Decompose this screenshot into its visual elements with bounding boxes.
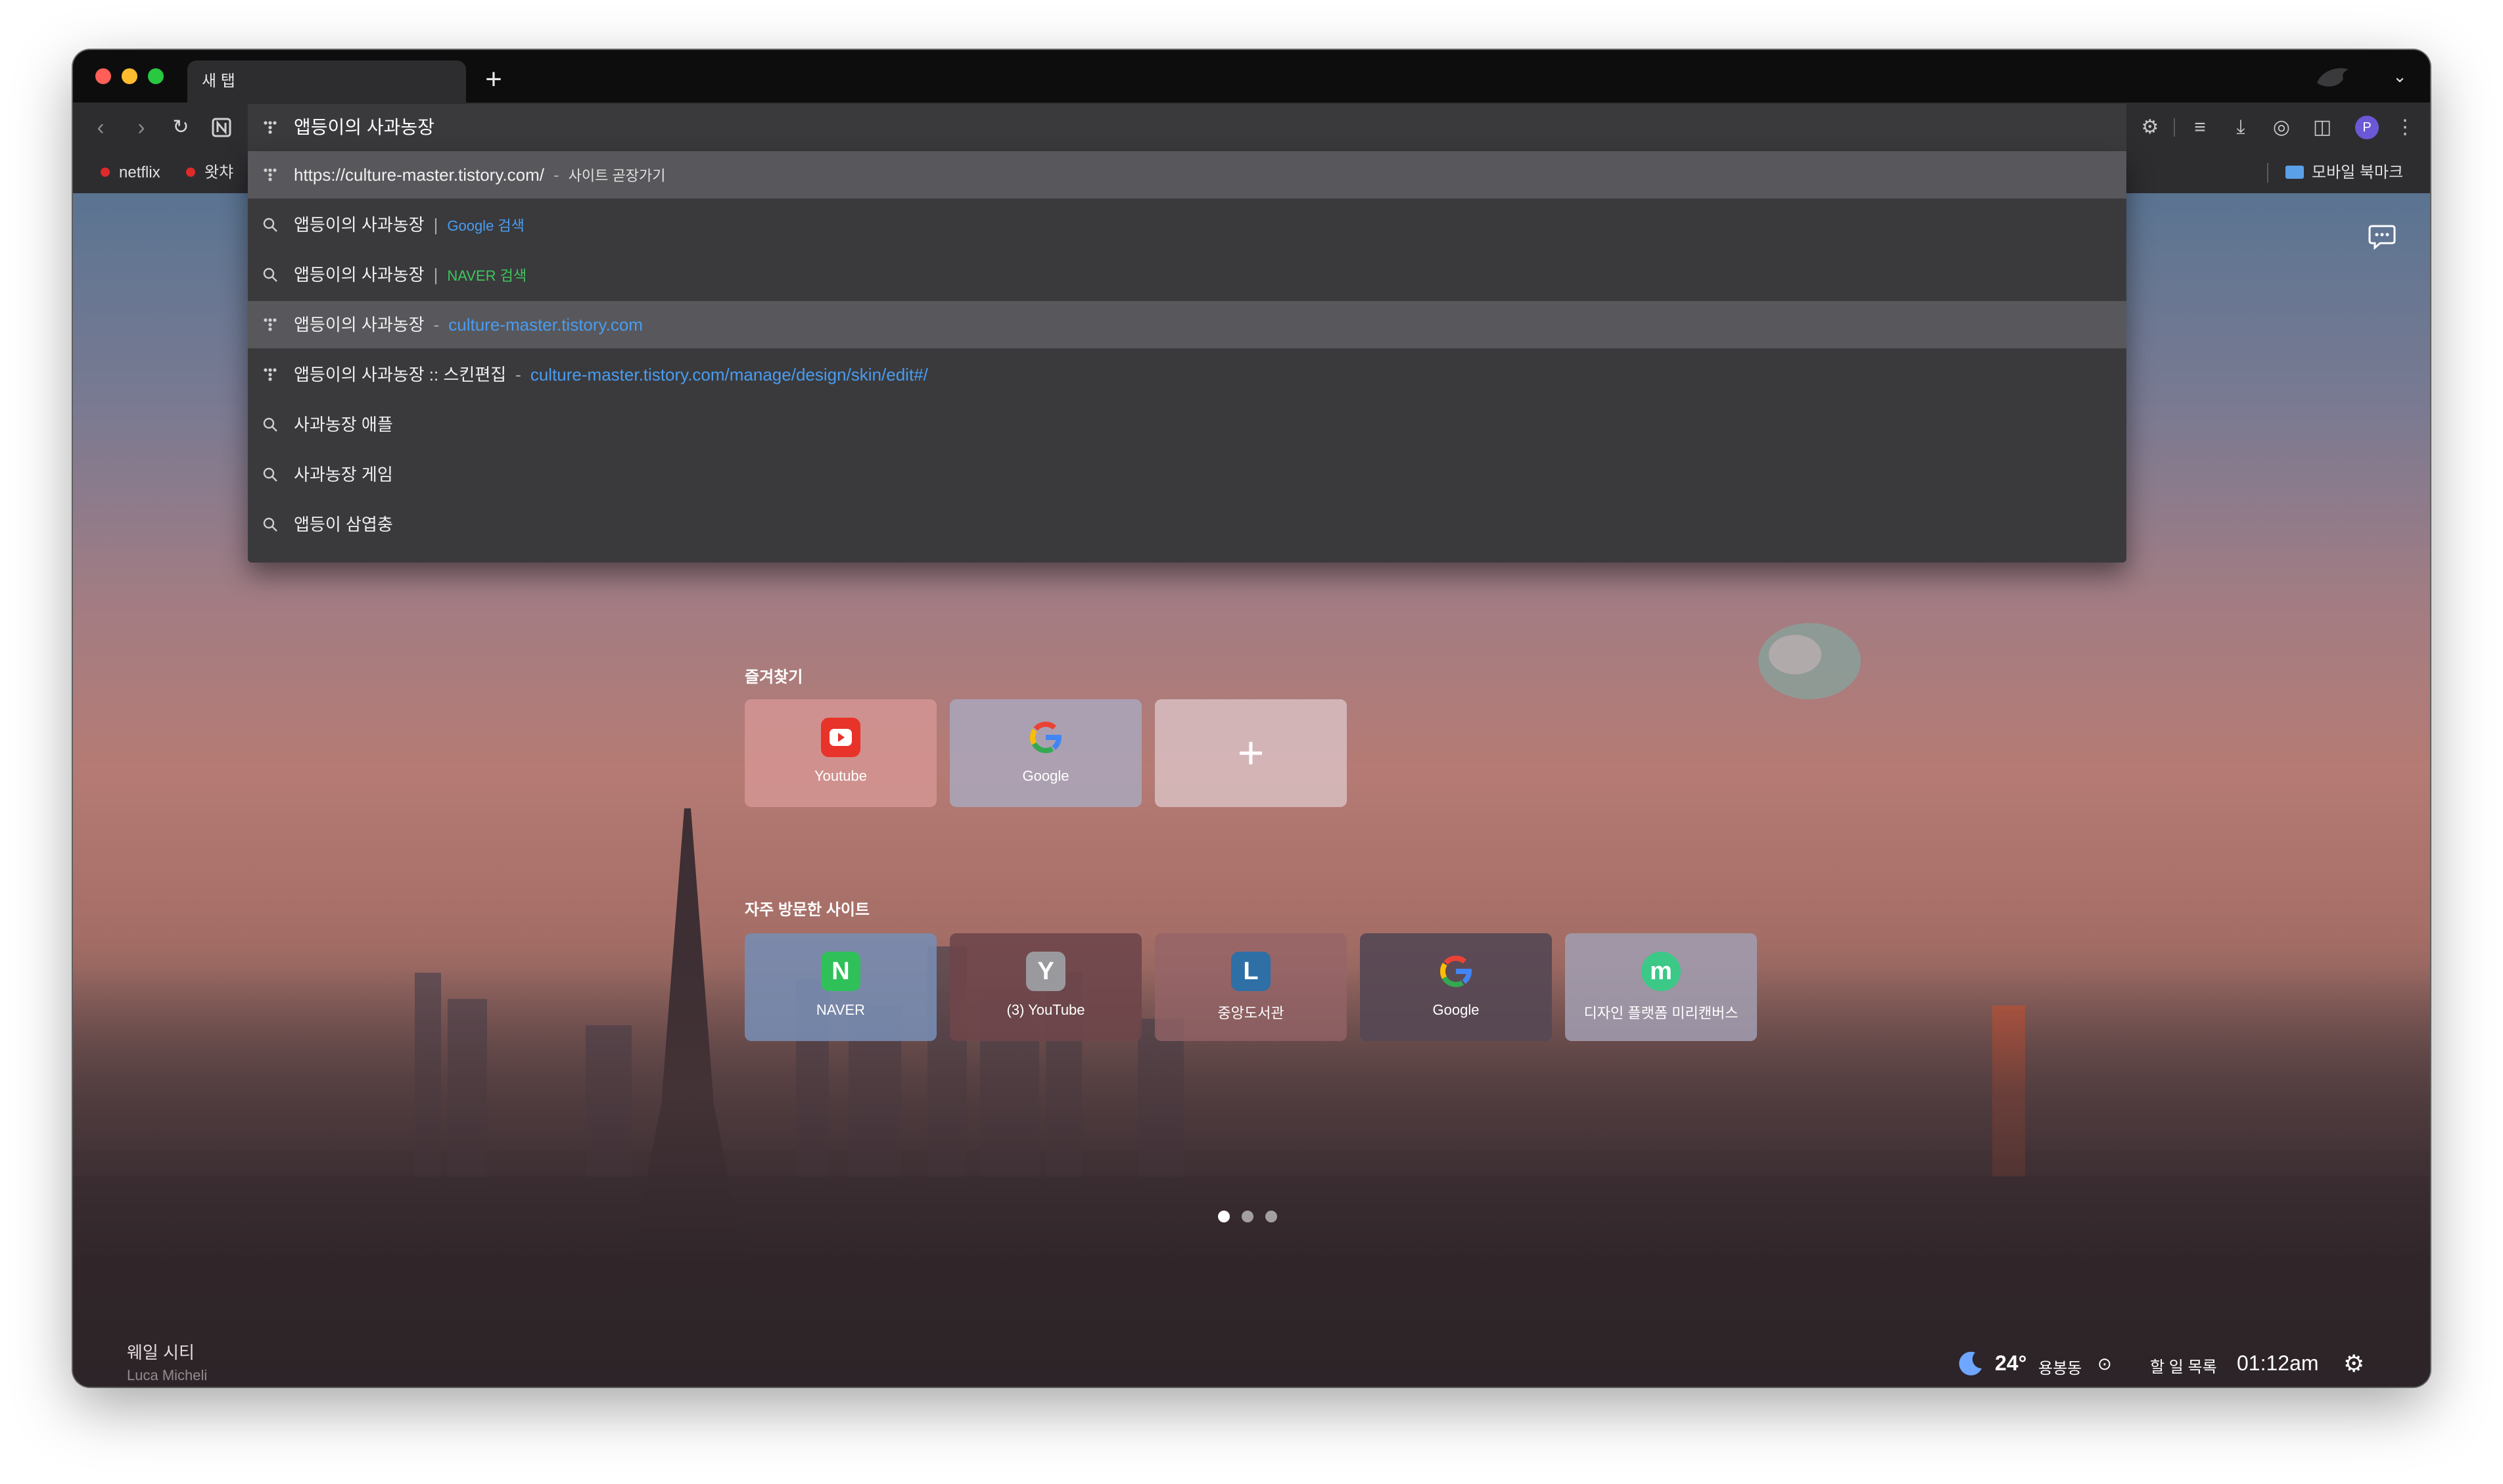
tile-label: Google — [1022, 768, 1069, 784]
frequent-tile-naver[interactable]: N NAVER — [745, 933, 937, 1041]
suggestion-row[interactable]: https://culture-master.tistory.com/- 사이트 … — [248, 151, 2126, 198]
location-target-icon[interactable]: ⊙ — [2097, 1354, 2112, 1374]
tab-new-tab[interactable]: 새 탭 — [187, 60, 466, 103]
browser-window: 새 탭 + ⌄ ‹ › ↻ ⚙ ≡ ⤓ ◎ ◫ P ⋮ netflix 왓챠 모… — [73, 50, 2430, 1387]
frequent-tile-google[interactable]: Google — [1360, 933, 1552, 1041]
capture-icon[interactable]: ◎ — [2267, 113, 2296, 142]
tile-label: 디자인 플랫폼 미리캔버스 — [1583, 1005, 1739, 1021]
tile-label: NAVER — [816, 1002, 866, 1018]
whale-mascot-icon — [1758, 623, 1861, 699]
favorite-tile-youtube[interactable]: Youtube — [745, 699, 937, 807]
tistory-icon — [264, 121, 277, 134]
frequent-tile-library[interactable]: L 중앙도서관 — [1155, 933, 1347, 1041]
bookmark-mobile-folder[interactable]: 모바일 북마크 — [2285, 152, 2403, 193]
tile-label: 중앙도서관 — [1217, 1005, 1284, 1021]
add-favorite-button[interactable]: + — [1155, 699, 1347, 807]
moon-weather-icon — [1959, 1351, 1982, 1376]
suggestion-row[interactable]: 앱등이의 사과농장 | Google 검색 — [248, 201, 2126, 248]
minimize-window-button[interactable] — [122, 68, 137, 84]
suggestion-row[interactable]: 앱등이의 사과농장 :: 스킨편집 - culture-master.tistory… — [248, 351, 2126, 398]
address-bar-value: 앱등이의 사과농장 — [294, 117, 434, 137]
favorites-title: 즐겨찾기 — [745, 668, 803, 686]
watcha-icon — [186, 167, 195, 177]
page-dot-2[interactable] — [1242, 1211, 1253, 1222]
miricanvas-icon: m — [1641, 952, 1681, 991]
todo-list-link[interactable]: 할 일 목록 — [2150, 1354, 2217, 1377]
page-dot-3[interactable] — [1265, 1211, 1277, 1222]
page-dot-1[interactable] — [1218, 1211, 1230, 1222]
tile-label: (3) YouTube — [1006, 1002, 1085, 1018]
search-icon — [263, 517, 277, 532]
plus-icon: + — [1237, 727, 1265, 778]
youtube-icon — [821, 718, 860, 757]
toolbar-divider — [2174, 118, 2175, 137]
suggestion-row[interactable]: 앱등이의 사과농장 - culture-master.tistory.com — [248, 301, 2126, 348]
page-indicator — [1218, 1208, 1290, 1224]
bookmark-watcha[interactable]: 왓챠 — [186, 152, 233, 193]
download-icon[interactable]: ⤓ — [2226, 113, 2255, 142]
tab-title: 새 탭 — [202, 72, 235, 90]
maximize-window-button[interactable] — [148, 68, 164, 84]
extensions-icon[interactable]: ⚙ — [2136, 113, 2164, 142]
location[interactable]: 용봉동 — [2038, 1355, 2082, 1378]
more-menu-icon[interactable]: ⋮ — [2391, 113, 2420, 142]
tistory-icon — [264, 368, 277, 381]
search-icon — [263, 467, 277, 482]
wallpaper-author[interactable]: Luca Micheli — [127, 1367, 207, 1384]
tab-strip: 새 탭 + ⌄ — [73, 50, 2430, 103]
youtube-letter-icon: Y — [1026, 952, 1065, 991]
suggestion-row[interactable]: 사과농장 게임 — [248, 451, 2126, 498]
back-icon[interactable]: ‹ — [87, 114, 114, 141]
search-icon — [263, 267, 277, 282]
naver-icon: N — [821, 952, 860, 991]
suggestion-row[interactable]: 사과농장 애플 — [248, 401, 2126, 448]
new-tab-button[interactable]: + — [477, 63, 510, 96]
naver-home-icon[interactable] — [208, 114, 235, 141]
library-icon: L — [1231, 952, 1271, 991]
sidebar-toggle-icon[interactable]: ◫ — [2308, 113, 2337, 142]
search-icon — [263, 218, 277, 232]
temperature[interactable]: 24° — [1995, 1351, 2026, 1376]
tab-list-chevron-icon[interactable]: ⌄ — [2389, 66, 2410, 87]
bookmarks-divider — [2267, 163, 2268, 183]
tistory-icon — [264, 168, 277, 181]
frequent-tile-miricanvas[interactable]: m 디자인 플랫폼 미리캔버스 — [1565, 933, 1757, 1041]
suggestion-row[interactable]: 앱등이의 사과농장 | NAVER 검색 — [248, 251, 2126, 298]
google-icon — [1440, 956, 1472, 987]
suggestion-row[interactable]: 앱등이 삼엽충 — [248, 501, 2126, 548]
google-icon — [1030, 722, 1062, 753]
omnibox-suggestions: https://culture-master.tistory.com/- 사이트 … — [248, 151, 2126, 563]
reload-icon[interactable]: ↻ — [168, 114, 194, 141]
favorite-tile-google[interactable]: Google — [950, 699, 1142, 807]
frequent-tile-youtube[interactable]: Y (3) YouTube — [950, 933, 1142, 1041]
search-icon — [263, 417, 277, 432]
forward-icon[interactable]: › — [128, 114, 154, 141]
wallpaper-title[interactable]: 웨일 시티 — [127, 1339, 195, 1364]
tistory-icon — [264, 318, 277, 331]
close-window-button[interactable] — [95, 68, 111, 84]
profile-avatar[interactable]: P — [2355, 116, 2379, 139]
folder-icon — [2285, 165, 2304, 179]
netflix-icon — [101, 167, 110, 177]
whale-logo-icon — [2317, 68, 2349, 87]
bookmark-netflix[interactable]: netflix — [101, 152, 160, 193]
frequent-sites-title: 자주 방문한 사이트 — [745, 901, 870, 919]
reading-list-icon[interactable]: ≡ — [2186, 113, 2214, 142]
settings-gear-icon[interactable]: ⚙ — [2343, 1350, 2364, 1378]
chat-bubble-icon[interactable] — [2367, 221, 2397, 251]
tile-label: Youtube — [814, 768, 867, 784]
address-bar[interactable]: 앱등이의 사과농장 — [248, 104, 2126, 151]
clock: 01:12am — [2237, 1351, 2319, 1375]
tile-label: Google — [1432, 1002, 1480, 1018]
